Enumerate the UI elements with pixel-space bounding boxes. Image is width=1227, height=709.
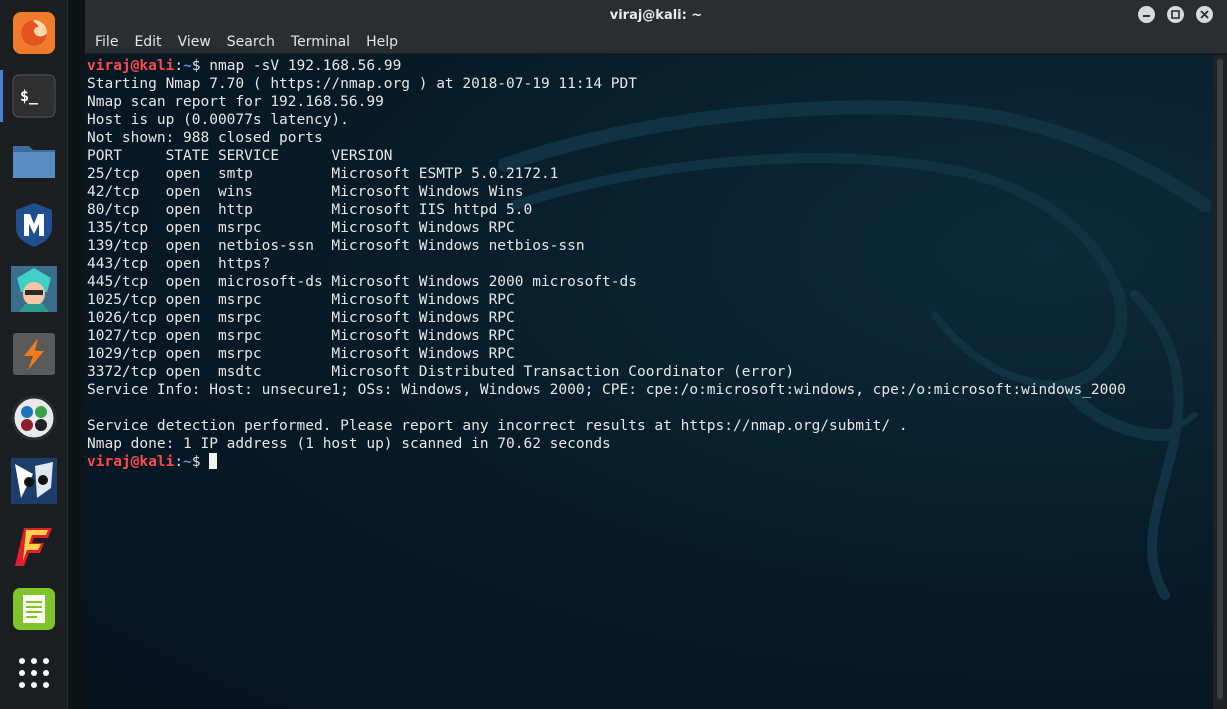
output-line: 25/tcp open smtp Microsoft ESMTP 5.0.217… <box>87 166 559 182</box>
menu-search[interactable]: Search <box>227 34 275 50</box>
menu-view[interactable]: View <box>178 34 211 50</box>
terminal-icon: $_ <box>12 74 55 118</box>
dock-item-files[interactable] <box>4 131 63 189</box>
dock-item-terminal[interactable]: $_ <box>0 67 63 125</box>
close-icon <box>1200 10 1209 19</box>
dock-item-faraday[interactable] <box>4 517 63 575</box>
terminal-area[interactable]: viraj@kali:~$ nmap -sV 192.168.56.99 Star… <box>85 55 1213 709</box>
terminal-window: viraj@kali: ~ File Edit View Search Term… <box>85 0 1227 709</box>
prompt-colon: : <box>174 454 184 470</box>
dock-item-armitage[interactable] <box>4 260 63 318</box>
output-line: 3372/tcp open msdtc Microsoft Distribute… <box>87 364 795 380</box>
files-icon <box>12 146 55 178</box>
output-line: Starting Nmap 7.70 ( https://nmap.org ) … <box>87 76 637 92</box>
dock-item-beef[interactable] <box>4 452 63 510</box>
armitage-icon <box>10 266 57 312</box>
output-line: 1029/tcp open msrpc Microsoft Windows RP… <box>87 346 515 362</box>
terminal-scrollbar[interactable] <box>1213 55 1227 709</box>
output-line: Nmap done: 1 IP address (1 host up) scan… <box>87 436 611 452</box>
prompt-symbol: $ <box>191 454 210 470</box>
maximize-icon <box>1171 10 1180 19</box>
title-bar[interactable]: viraj@kali: ~ <box>85 0 1227 30</box>
close-button[interactable] <box>1196 6 1213 23</box>
output-line: 80/tcp open http Microsoft IIS httpd 5.0 <box>87 202 533 218</box>
output-line: Service detection performed. Please repo… <box>87 418 908 434</box>
output-line: PORT STATE SERVICE VERSION <box>87 148 393 164</box>
menu-help[interactable]: Help <box>366 34 398 50</box>
desktop: $_ viraj@kali: ~ File Edit View Search T… <box>0 0 1227 709</box>
dock-item-maltego[interactable] <box>4 389 63 447</box>
faraday-icon <box>14 528 52 566</box>
firefox-icon <box>12 12 55 54</box>
text-cursor <box>209 453 218 469</box>
terminal-output: viraj@kali:~$ nmap -sV 192.168.56.99 Star… <box>87 57 1126 471</box>
window-title: viraj@kali: ~ <box>609 7 703 23</box>
output-line: 1026/tcp open msrpc Microsoft Windows RP… <box>87 310 515 326</box>
menu-edit[interactable]: Edit <box>134 34 161 50</box>
svg-text:$_: $_ <box>20 87 39 105</box>
show-apps-icon <box>18 658 49 688</box>
prompt-path: ~ <box>183 454 192 470</box>
output-line: 445/tcp open microsoft-ds Microsoft Wind… <box>87 274 637 290</box>
dock-item-show-apps[interactable] <box>4 644 63 702</box>
prompt-user: viraj@kali <box>87 454 175 470</box>
command-text: nmap -sV 192.168.56.99 <box>209 58 402 74</box>
prompt-user: viraj@kali <box>87 58 175 74</box>
leafpad-icon <box>12 588 55 630</box>
scrollbar-thumb[interactable] <box>1217 59 1223 699</box>
output-line: Host is up (0.00077s latency). <box>87 112 349 128</box>
output-line: Nmap scan report for 192.168.56.99 <box>87 94 384 110</box>
beef-icon <box>10 458 57 504</box>
menu-file[interactable]: File <box>95 34 118 50</box>
output-line: 1027/tcp open msrpc Microsoft Windows RP… <box>87 328 515 344</box>
dock-item-burpsuite[interactable] <box>4 325 63 383</box>
prompt-path: ~ <box>183 58 192 74</box>
prompt-line: viraj@kali:~$ nmap -sV 192.168.56.99 <box>87 57 1126 75</box>
maltego-icon <box>11 395 56 441</box>
output-line: Not shown: 988 closed ports <box>87 130 323 146</box>
minimize-button[interactable] <box>1138 6 1155 23</box>
output-line: 139/tcp open netbios-ssn Microsoft Windo… <box>87 238 585 254</box>
maximize-button[interactable] <box>1167 6 1184 23</box>
prompt-line: viraj@kali:~$ <box>87 453 1126 471</box>
dock-item-firefox[interactable] <box>4 4 63 62</box>
minimize-icon <box>1143 15 1150 17</box>
menu-terminal[interactable]: Terminal <box>291 34 350 50</box>
output-line: 42/tcp open wins Microsoft Windows Wins <box>87 184 524 200</box>
dock-item-leafpad[interactable] <box>4 580 63 638</box>
dock: $_ <box>0 0 68 709</box>
prompt-colon: : <box>174 58 184 74</box>
output-line: 443/tcp open https? <box>87 256 271 272</box>
prompt-symbol: $ <box>191 58 210 74</box>
output-line: 1025/tcp open msrpc Microsoft Windows RP… <box>87 292 515 308</box>
output-line: 135/tcp open msrpc Microsoft Windows RPC <box>87 220 515 236</box>
burpsuite-icon <box>12 333 55 375</box>
dock-item-metasploit[interactable] <box>4 196 63 254</box>
output-line: Service Info: Host: unsecure1; OSs: Wind… <box>87 382 1126 398</box>
menu-bar: File Edit View Search Terminal Help <box>85 30 1227 54</box>
metasploit-icon <box>15 203 52 247</box>
